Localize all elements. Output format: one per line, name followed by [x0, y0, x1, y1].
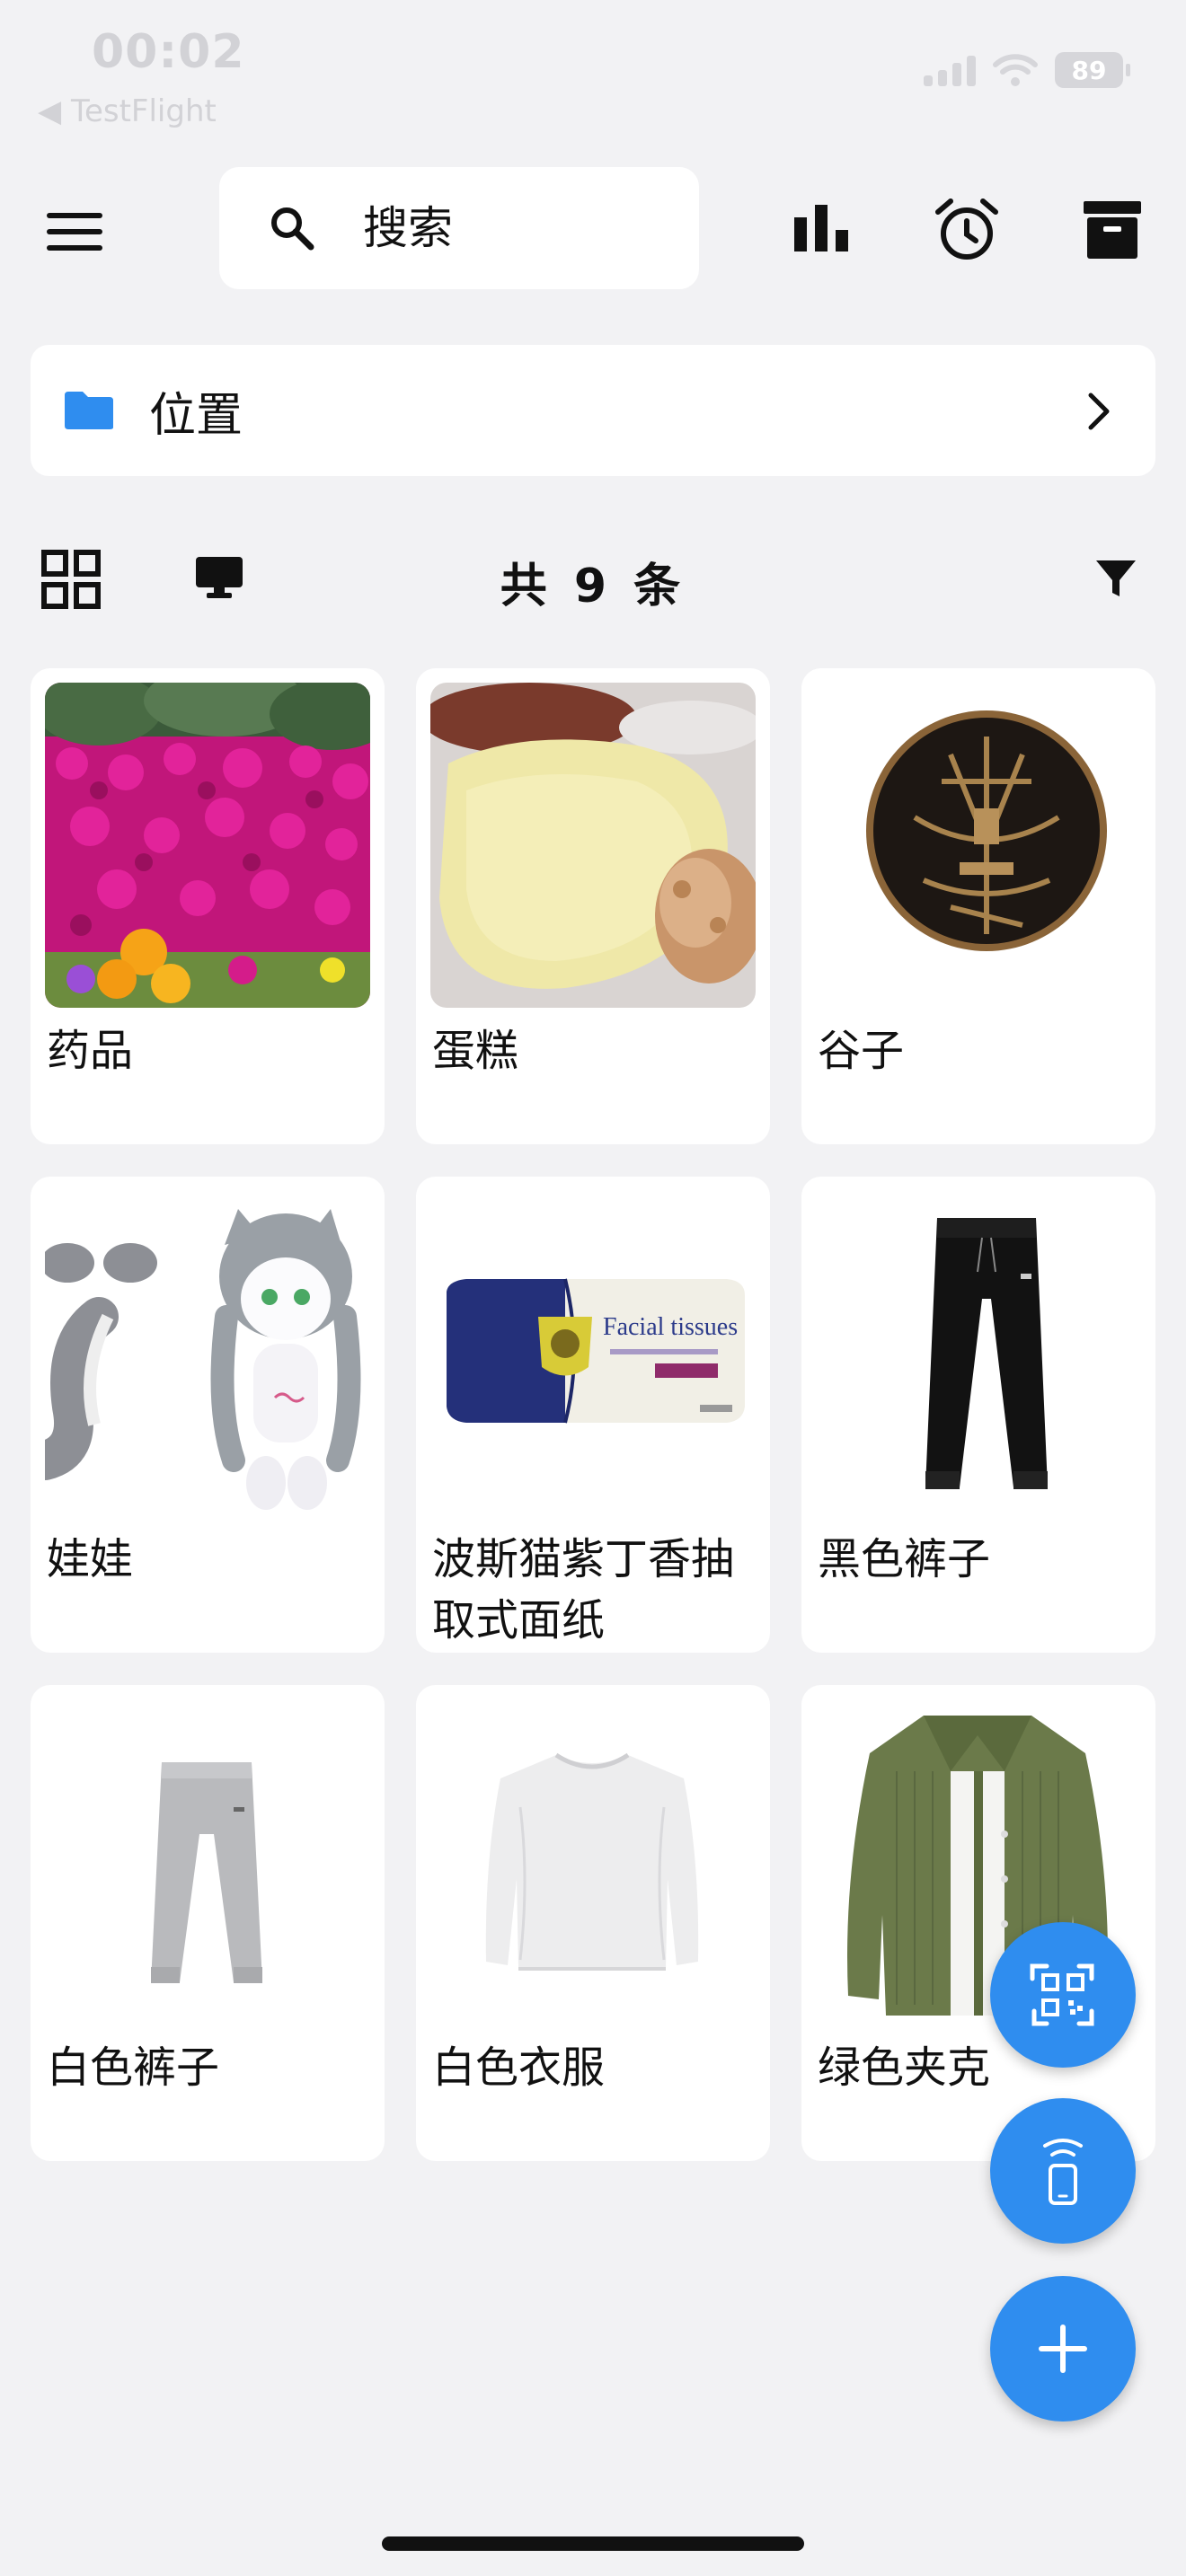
archive-box-icon[interactable] — [1076, 194, 1148, 266]
wifi-icon — [993, 54, 1038, 86]
item-title: 娃娃 — [47, 1534, 134, 1584]
item-card[interactable]: 蛋糕 — [416, 668, 770, 1144]
filter-icon[interactable] — [1094, 557, 1137, 600]
location-label: 位置 — [149, 388, 243, 443]
search-bar[interactable] — [219, 167, 699, 289]
item-count: 共 9 条 — [500, 560, 686, 613]
item-title: 白色裤子 — [47, 2042, 220, 2093]
item-image-facial-tissues-pack: Facial tissues — [430, 1191, 756, 1516]
item-title: 蛋糕 — [432, 1026, 519, 1076]
search-icon — [271, 207, 314, 251]
folder-icon — [65, 392, 113, 429]
item-card[interactable]: 黑色裤子 — [801, 1177, 1155, 1653]
cellular-signal-icon — [924, 54, 976, 86]
item-card[interactable]: 白色裤子 — [31, 1685, 385, 2161]
item-card[interactable]: 娃娃 — [31, 1177, 385, 1653]
add-item-button[interactable] — [990, 2276, 1136, 2422]
item-card[interactable]: 绿色夹克 — [801, 1685, 1155, 2161]
view-options-row: 共 9 条 — [0, 530, 1186, 629]
top-toolbar — [0, 167, 1186, 289]
scan-qr-button[interactable] — [990, 1922, 1136, 2068]
back-to-testflight-link[interactable]: ◀ TestFlight — [38, 93, 217, 129]
item-title: 药品 — [47, 1026, 134, 1076]
item-title: 波斯猫紫丁香抽取式面纸 — [432, 1534, 735, 1645]
item-image-plush-doll — [45, 1191, 370, 1516]
item-image-black-pants — [816, 1191, 1141, 1516]
item-image-white-shirt — [430, 1699, 756, 2025]
item-image-bronze-badge — [816, 683, 1141, 1008]
qr-scan-icon — [1030, 1963, 1094, 2026]
menu-icon[interactable] — [47, 203, 122, 260]
battery-indicator: 89 — [1055, 52, 1130, 88]
bar-chart-icon[interactable] — [785, 194, 857, 266]
nfc-scan-button[interactable] — [990, 2098, 1136, 2244]
item-title: 谷子 — [818, 1026, 905, 1076]
plus-icon — [1039, 2325, 1087, 2373]
items-grid: 药品 蛋糕 谷子 娃娃 Facial tissues 波斯猫紫丁香抽取式面纸 黑… — [31, 668, 1155, 2161]
location-selector[interactable]: 位置 — [31, 345, 1155, 476]
item-card[interactable]: 白色衣服 — [416, 1685, 770, 2161]
chevron-right-icon — [1088, 393, 1110, 430]
nfc-phone-icon — [1043, 2139, 1083, 2205]
status-time: 00:02 — [92, 25, 245, 79]
item-image-white-pants — [45, 1699, 370, 2025]
status-indicators: 89 — [924, 52, 1130, 88]
app-screen: 00:02 ◀ TestFlight 89 搜索 位置 共 9 条 药品 蛋糕 … — [0, 0, 1186, 2576]
item-image-cake-plate — [430, 683, 756, 1008]
item-title: 白色衣服 — [432, 2042, 606, 2093]
tissue-brand-text: Facial tissues — [603, 1313, 738, 1341]
item-image-pink-flowers — [45, 683, 370, 1008]
alarm-clock-icon[interactable] — [931, 194, 1003, 266]
item-title: 黑色裤子 — [818, 1534, 991, 1584]
search-input[interactable] — [363, 202, 659, 254]
home-indicator[interactable] — [382, 2536, 804, 2551]
item-card[interactable]: 谷子 — [801, 668, 1155, 1144]
item-card[interactable]: Facial tissues 波斯猫紫丁香抽取式面纸 — [416, 1177, 770, 1653]
item-card[interactable]: 药品 — [31, 668, 385, 1144]
